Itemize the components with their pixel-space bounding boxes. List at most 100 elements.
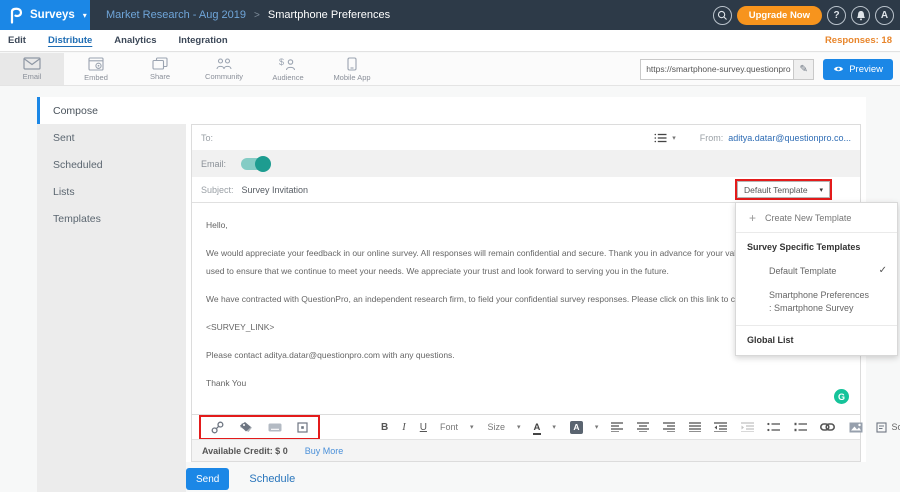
breadcrumb-survey-name[interactable]: Smartphone Preferences: [268, 9, 390, 21]
survey-url-box: https://smartphone-survey.questionpro ✎: [640, 59, 814, 80]
align-right-button[interactable]: [663, 422, 675, 432]
upgrade-now-button[interactable]: Upgrade Now: [737, 6, 822, 25]
notifications-button[interactable]: [851, 6, 870, 25]
insert-email-field-button[interactable]: [268, 423, 282, 432]
increase-indent-button[interactable]: [741, 422, 754, 432]
channel-tab-share[interactable]: Share: [128, 53, 192, 85]
available-credit-label: Available Credit: $ 0: [202, 446, 288, 456]
top-bar-actions: Upgrade Now ? A: [713, 6, 900, 25]
compose-actions: Send Schedule: [186, 468, 295, 490]
align-left-button[interactable]: [611, 422, 623, 432]
chevron-down-icon: ▾: [819, 186, 823, 194]
font-select[interactable]: Font▾: [440, 422, 474, 432]
sidebar-item-templates[interactable]: Templates: [37, 205, 186, 232]
email-toggle-label: Email:: [201, 159, 226, 169]
questionpro-logo-icon: [9, 7, 23, 24]
chevron-down-icon: ▾: [83, 11, 87, 20]
avatar[interactable]: A: [875, 6, 894, 25]
insert-embed-button[interactable]: [297, 422, 308, 433]
create-new-template-item[interactable]: + Create New Template: [736, 203, 897, 233]
survey-specific-templates-header: Survey Specific Templates: [736, 233, 897, 257]
insert-survey-link-button[interactable]: [211, 421, 224, 434]
send-button[interactable]: Send: [186, 468, 229, 490]
email-sidebar: Compose Sent Scheduled Lists Templates: [37, 97, 186, 492]
svg-text:$: $: [279, 57, 284, 67]
to-row-controls: ▾ From: aditya.datar@questionpro.co...: [654, 133, 851, 143]
underline-button[interactable]: U: [420, 422, 427, 433]
text-color-button[interactable]: A▾: [534, 422, 556, 433]
italic-button[interactable]: I: [402, 422, 406, 433]
distribute-channel-bar: Email Embed Share Community $ Audience M…: [0, 53, 900, 86]
subject-value[interactable]: Survey Invitation: [242, 185, 309, 195]
from-label: From:: [700, 133, 724, 143]
nav-edit[interactable]: Edit: [0, 35, 37, 46]
breadcrumb-separator: >: [254, 10, 260, 21]
bold-button[interactable]: B: [381, 422, 388, 433]
sidebar-item-scheduled[interactable]: Scheduled: [37, 151, 186, 178]
survey-url-value[interactable]: https://smartphone-survey.questionpro: [641, 60, 793, 79]
align-center-button[interactable]: [637, 422, 649, 432]
surveys-product-menu[interactable]: Surveys ▾: [0, 0, 90, 30]
decrease-indent-button[interactable]: [714, 422, 727, 432]
subject-label: Subject:: [201, 185, 234, 195]
channel-tab-mobile-app[interactable]: Mobile App: [320, 53, 384, 85]
buy-more-link[interactable]: Buy More: [305, 446, 344, 456]
square-dot-icon: [297, 422, 308, 433]
preview-button[interactable]: Preview: [823, 59, 893, 80]
align-right-icon: [663, 422, 675, 432]
nav-integration[interactable]: Integration: [168, 35, 239, 46]
default-template-option[interactable]: Default Template ✓: [736, 257, 897, 282]
numbered-list-button[interactable]: [794, 422, 807, 432]
insert-image-button[interactable]: [849, 422, 863, 433]
grammarly-badge[interactable]: G: [834, 389, 849, 404]
eye-icon: [833, 65, 844, 73]
pencil-icon: ✎: [800, 64, 808, 75]
source-button[interactable]: Source: [876, 422, 900, 433]
global-list-header[interactable]: Global List: [736, 326, 897, 355]
help-button[interactable]: ?: [827, 6, 846, 25]
insert-link-button[interactable]: [820, 423, 835, 431]
sidebar-item-lists[interactable]: Lists: [37, 178, 186, 205]
channel-tab-embed[interactable]: Embed: [64, 53, 128, 85]
top-bar: Surveys ▾ Market Research - Aug 2019 > S…: [0, 0, 900, 30]
tags-icon: [239, 421, 253, 433]
channel-tab-audience[interactable]: $ Audience: [256, 53, 320, 85]
survey-nav: Edit Distribute Analytics Integration Re…: [0, 30, 900, 52]
channel-tab-community[interactable]: Community: [192, 53, 256, 85]
breadcrumb: Market Research - Aug 2019 > Smartphone …: [106, 9, 390, 21]
edit-url-button[interactable]: ✎: [793, 60, 813, 79]
bulleted-list-button[interactable]: [767, 422, 780, 432]
from-email-value[interactable]: aditya.datar@questionpro.co...: [728, 133, 851, 143]
align-center-icon: [637, 422, 649, 432]
toggle-knob: [255, 156, 271, 172]
outdent-icon: [714, 422, 727, 432]
insert-tag-button[interactable]: [239, 421, 253, 433]
align-justify-button[interactable]: [689, 422, 701, 432]
chevron-down-icon[interactable]: ▾: [672, 134, 676, 142]
chain-link-icon: [211, 421, 224, 434]
mobile-app-icon: [347, 57, 357, 71]
nav-analytics[interactable]: Analytics: [103, 35, 167, 46]
schedule-link[interactable]: Schedule: [249, 473, 295, 485]
background-color-button[interactable]: A▾: [570, 421, 599, 434]
email-toggle[interactable]: [241, 158, 270, 170]
template-select[interactable]: Default Template ▾: [737, 181, 830, 198]
editor-toolbar: B I U Font▾ Size▾ A▾ A▾: [192, 414, 860, 439]
responses-count: Responses: 18: [825, 35, 900, 46]
bulleted-list-icon: [767, 422, 780, 432]
subject-row: Subject: Survey Invitation Default Templ…: [192, 177, 860, 203]
breadcrumb-folder[interactable]: Market Research - Aug 2019: [106, 9, 246, 21]
nav-distribute[interactable]: Distribute: [37, 35, 103, 46]
keyboard-icon: [268, 423, 282, 432]
size-select[interactable]: Size▾: [488, 422, 521, 432]
search-button[interactable]: [713, 6, 732, 25]
to-row[interactable]: To: ▾ From: aditya.datar@questionpro.co.…: [192, 125, 860, 150]
select-list-icon[interactable]: [654, 133, 667, 143]
community-icon: [215, 57, 233, 70]
to-label: To:: [201, 133, 213, 143]
sidebar-item-compose[interactable]: Compose: [37, 97, 186, 124]
smartphone-preferences-option[interactable]: Smartphone Preferences : Smartphone Surv…: [736, 282, 897, 325]
channel-tab-email[interactable]: Email: [0, 53, 64, 85]
sidebar-item-sent[interactable]: Sent: [37, 124, 186, 151]
template-dropdown-menu: + Create New Template Survey Specific Te…: [735, 202, 898, 356]
